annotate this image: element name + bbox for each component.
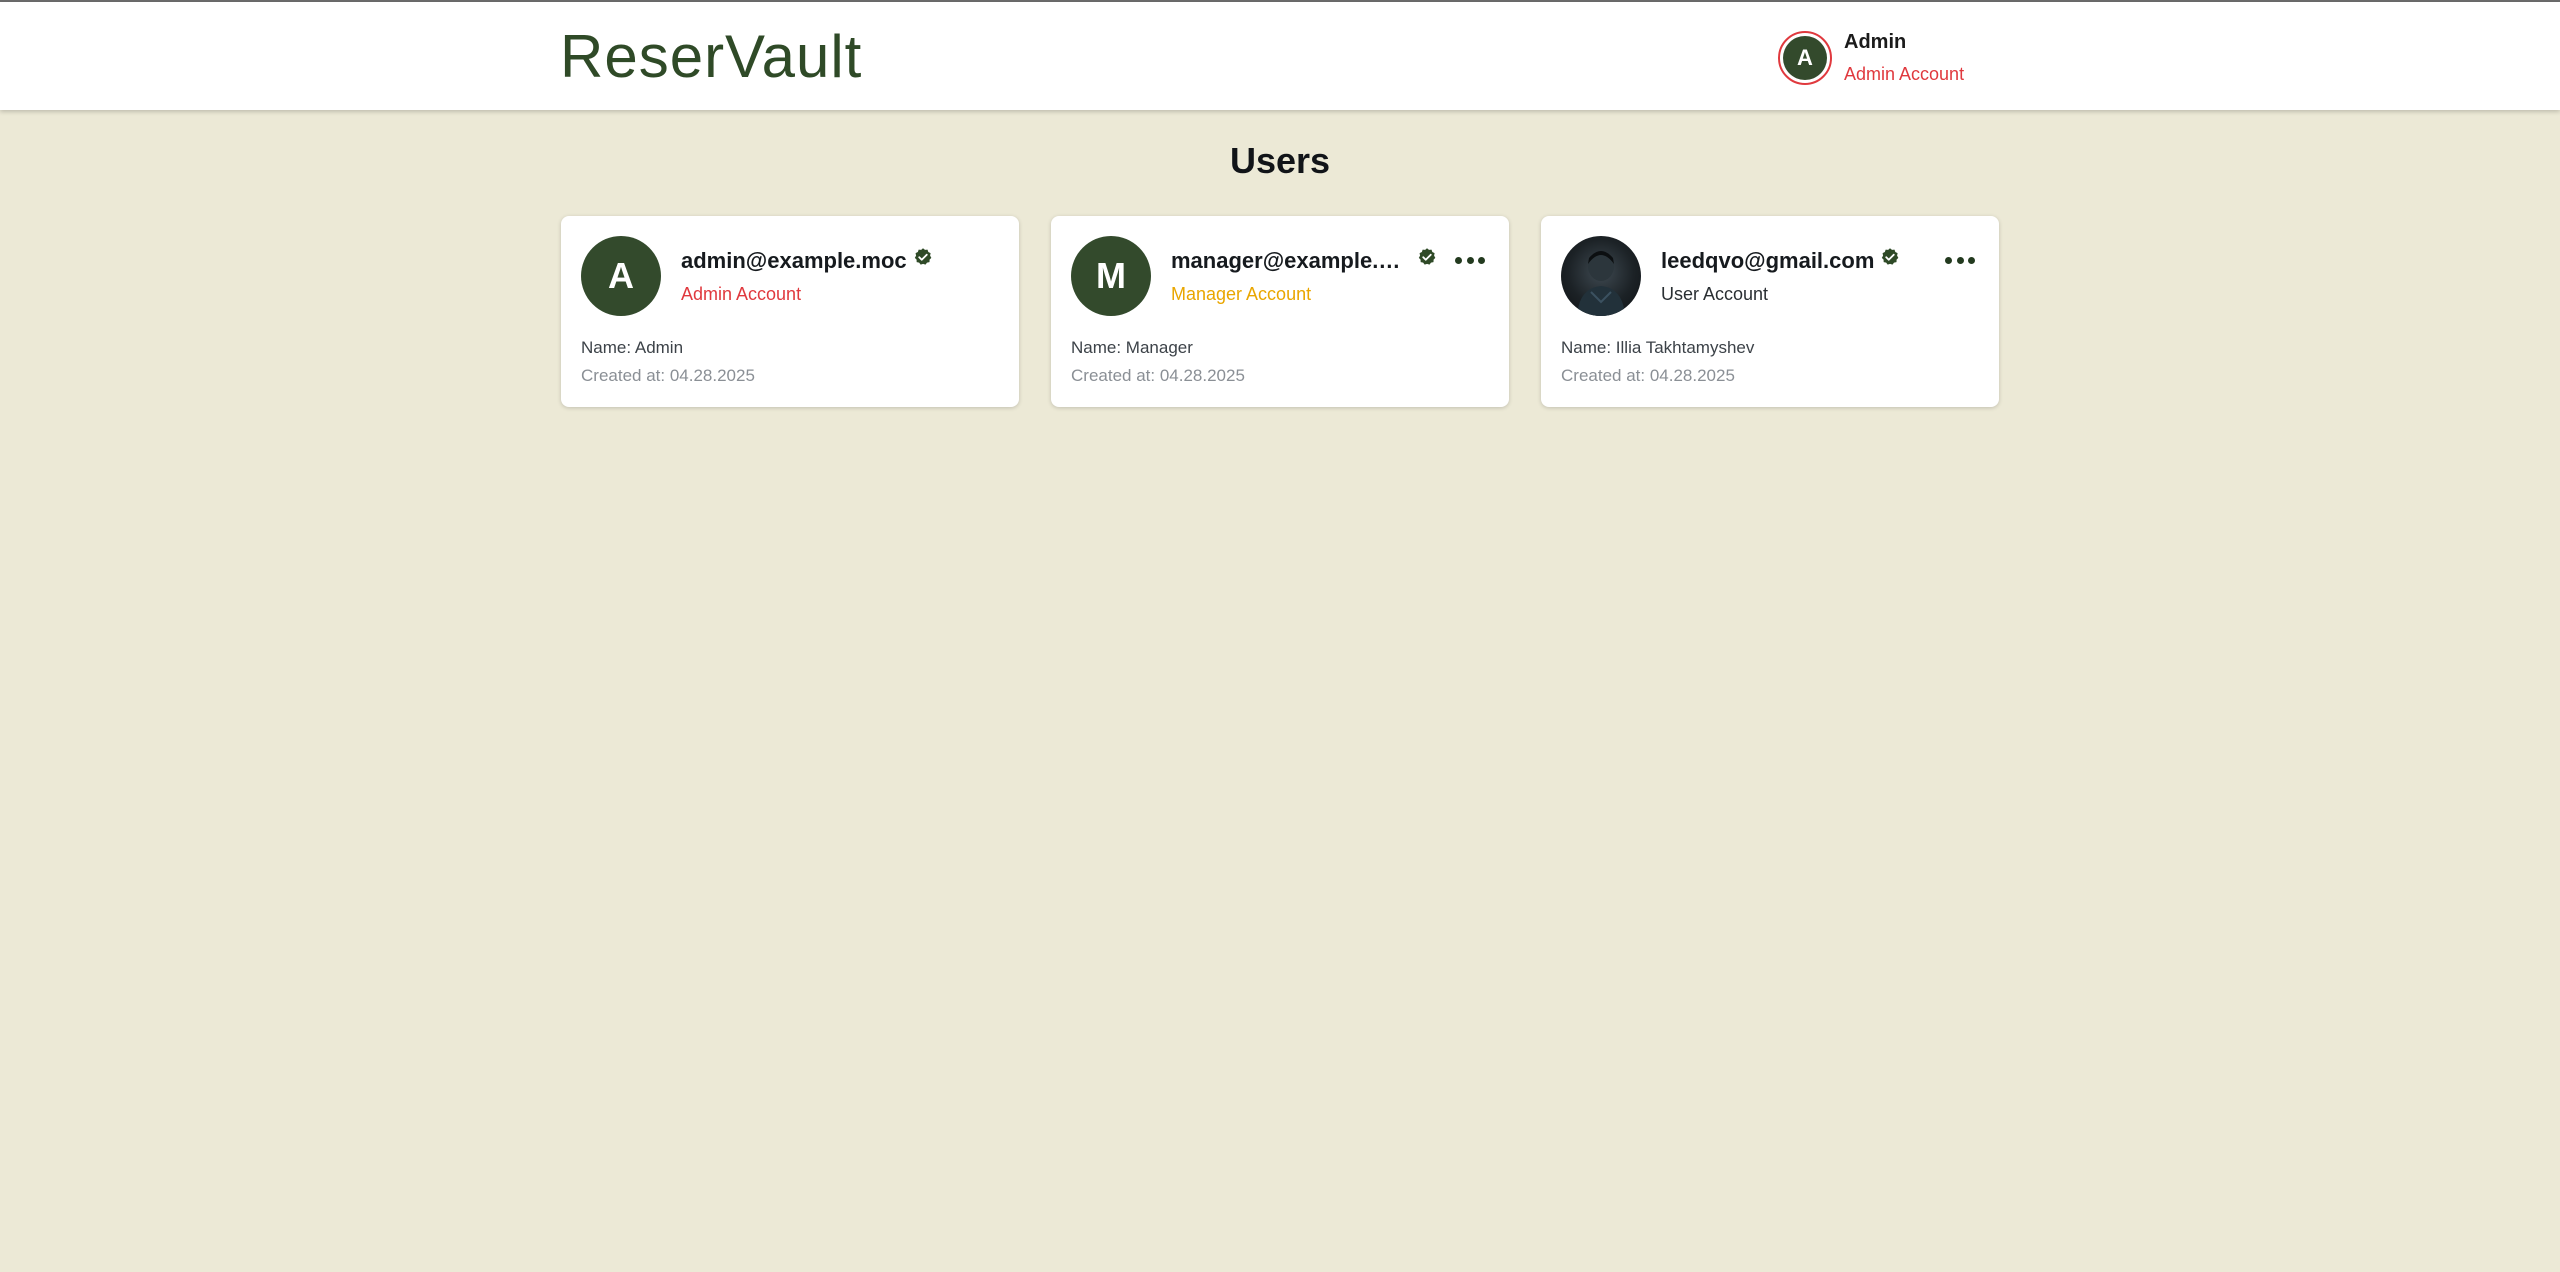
- user-email: leedqvo@gmail.com: [1661, 248, 1875, 273]
- user-role: User Account: [1661, 284, 1769, 304]
- more-dot: [1455, 256, 1462, 264]
- account-avatar: A: [1783, 36, 1827, 80]
- account-role: Admin Account: [1844, 64, 1965, 84]
- user-name: Name: Admin: [581, 338, 684, 357]
- user-created-at: Created at: 04.28.2025: [1071, 366, 1245, 385]
- user-created-at: Created at: 04.28.2025: [1561, 366, 1735, 385]
- account-menu[interactable]: A Admin Admin Account: [1778, 28, 1964, 88]
- verified-badge-icon: [914, 248, 931, 265]
- user-email-row: leedqvo@gmail.com: [1661, 248, 1939, 274]
- more-horizontal-icon[interactable]: [1945, 250, 1975, 270]
- user-avatar-photo: [1561, 236, 1641, 316]
- user-info: Name: Manager Created at: 04.28.2025: [1071, 338, 1245, 386]
- user-card: M manager@example.m... Manager Account N…: [1051, 216, 1509, 407]
- account-meta: Admin Admin Account: [1844, 31, 1964, 85]
- more-horizontal-icon[interactable]: [1455, 250, 1485, 270]
- user-name: Name: Manager: [1071, 338, 1193, 357]
- more-dot: [1945, 256, 1952, 264]
- brand-logo[interactable]: ReserVault: [560, 22, 862, 91]
- user-cards-list: A admin@example.moc Admin Account Name: …: [561, 216, 1999, 407]
- user-role: Manager Account: [1171, 284, 1312, 304]
- user-card-header: admin@example.moc Admin Account: [681, 248, 959, 305]
- verified-badge-icon: [1418, 248, 1436, 265]
- account-name: Admin: [1844, 31, 1907, 53]
- user-email: manager@example.m...: [1171, 248, 1411, 273]
- verified-badge-icon: [1882, 248, 1899, 265]
- user-card-header: leedqvo@gmail.com User Account: [1661, 248, 1939, 305]
- user-email: admin@example.moc: [681, 248, 907, 273]
- user-card: leedqvo@gmail.com User Account Name: Ill…: [1541, 216, 1999, 407]
- user-email-row: admin@example.moc: [681, 248, 959, 274]
- user-avatar: M: [1071, 236, 1151, 316]
- user-role: Admin Account: [681, 284, 802, 304]
- page-title: Users: [1229, 140, 1331, 181]
- user-avatar: A: [581, 236, 661, 316]
- user-card: A admin@example.moc Admin Account Name: …: [561, 216, 1019, 407]
- account-avatar-ring: A: [1778, 31, 1832, 85]
- more-dot: [1466, 256, 1474, 264]
- more-dot: [1478, 256, 1485, 264]
- user-email-row: manager@example.m...: [1171, 248, 1449, 274]
- more-dot: [1968, 256, 1975, 264]
- top-navbar: ReserVault A Admin Admin Account: [0, 2, 2560, 110]
- user-info: Name: Admin Created at: 04.28.2025: [581, 338, 755, 386]
- user-created-at: Created at: 04.28.2025: [581, 366, 755, 385]
- user-card-header: manager@example.m... Manager Account: [1171, 248, 1449, 305]
- more-dot: [1956, 256, 1964, 264]
- profile-photo-image: [1577, 251, 1625, 316]
- user-name: Name: Illia Takhtamyshev: [1561, 338, 1755, 357]
- user-info: Name: Illia Takhtamyshev Created at: 04.…: [1561, 338, 1754, 386]
